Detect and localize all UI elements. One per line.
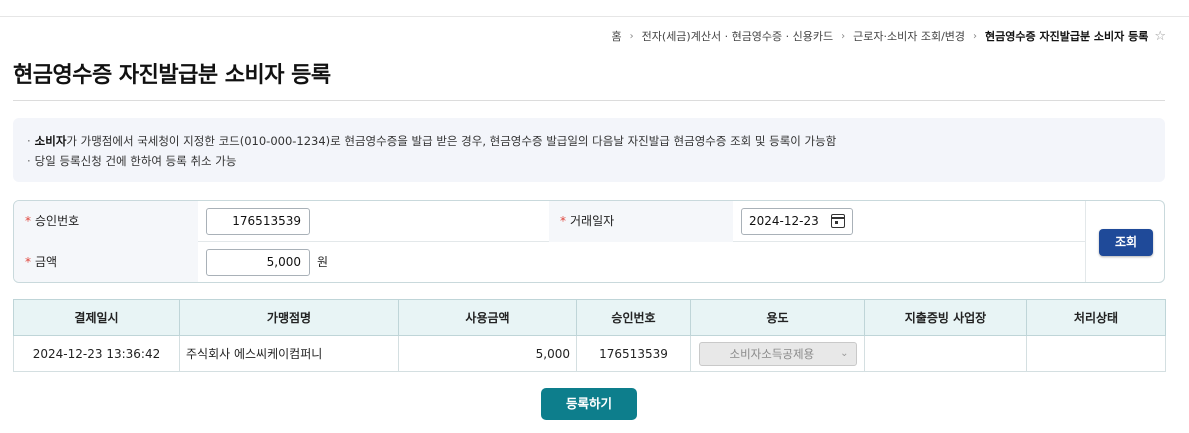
col-header-datetime: 결제일시 xyxy=(13,299,180,336)
bullet-icon: · xyxy=(27,154,31,168)
transaction-date-label: * 거래일자 xyxy=(549,201,733,242)
transaction-date-value: 2024-12-23 xyxy=(749,214,819,228)
search-action-cell: 조회 xyxy=(1085,201,1164,282)
required-mark: * xyxy=(25,255,31,269)
notice-consumer-bold: 소비자 xyxy=(34,134,67,148)
title-divider xyxy=(13,100,1165,101)
col-header-purpose: 용도 xyxy=(690,299,865,336)
notice-line-1-text: 가 가맹점에서 국세청이 지정한 코드(010-000-1234)로 현금영수증… xyxy=(66,134,837,148)
cell-amount: 5,000 xyxy=(398,335,577,372)
notice-box: · 소비자가 가맹점에서 국세청이 지정한 코드(010-000-1234)로 현… xyxy=(13,118,1165,182)
amount-input[interactable]: 5,000 xyxy=(206,249,310,276)
required-mark: * xyxy=(560,214,566,228)
amount-label: * 금액 xyxy=(14,242,198,282)
page-title: 현금영수증 자진발급분 소비자 등록 xyxy=(13,63,331,88)
cell-business xyxy=(864,335,1027,372)
notice-line-2: · 당일 등록신청 건에 한하여 등록 취소 가능 xyxy=(27,151,1151,171)
chevron-down-icon: ⌄ xyxy=(840,347,849,359)
cell-datetime: 2024-12-23 13:36:42 xyxy=(13,335,180,372)
cell-status xyxy=(1026,335,1166,372)
calendar-icon[interactable] xyxy=(831,214,845,228)
table-header-row: 결제일시 가맹점명 사용금액 승인번호 용도 지출증빙 사업장 처리상태 xyxy=(13,299,1166,336)
breadcrumb-separator: › xyxy=(629,30,634,42)
breadcrumb: 홈 › 전자(세금)계산서 · 현금영수증 · 신용카드 › 근로자·소비자 조… xyxy=(612,28,1166,44)
search-form: * 승인번호 176513539 * 거래일자 2024-12-23 * 금액 5,0… xyxy=(13,200,1165,283)
breadcrumb-einvoice[interactable]: 전자(세금)계산서 · 현금영수증 · 신용카드 xyxy=(642,28,833,44)
cell-purpose: 소비자소득공제용 ⌄ xyxy=(690,335,865,372)
approval-number-input[interactable]: 176513539 xyxy=(206,208,310,235)
col-header-business: 지출증빙 사업장 xyxy=(864,299,1027,336)
breadcrumb-separator: › xyxy=(841,30,846,42)
purpose-select-value: 소비자소득공제용 xyxy=(729,346,815,361)
notice-line-1: · 소비자가 가맹점에서 국세청이 지정한 코드(010-000-1234)로 현… xyxy=(27,131,1151,151)
bullet-icon: · xyxy=(27,134,31,148)
cell-merchant: 주식회사 에스씨케이컴퍼니 xyxy=(179,335,399,372)
transaction-date-input[interactable]: 2024-12-23 xyxy=(741,208,853,235)
register-button[interactable]: 등록하기 xyxy=(541,388,637,420)
col-header-approval: 승인번호 xyxy=(576,299,691,336)
cell-approval: 176513539 xyxy=(576,335,691,372)
approval-number-label: * 승인번호 xyxy=(14,201,198,242)
breadcrumb-separator: › xyxy=(973,30,978,42)
notice-line-2-text: 당일 등록신청 건에 한하여 등록 취소 가능 xyxy=(34,154,237,168)
breadcrumb-current: 현금영수증 자진발급분 소비자 등록 xyxy=(985,30,1149,43)
breadcrumb-worker-consumer[interactable]: 근로자·소비자 조회/변경 xyxy=(853,28,965,44)
top-divider xyxy=(0,16,1189,17)
amount-unit: 원 xyxy=(317,255,329,269)
col-header-amount: 사용금액 xyxy=(398,299,577,336)
search-button[interactable]: 조회 xyxy=(1099,229,1153,256)
favorite-star-icon[interactable]: ☆ xyxy=(1154,29,1166,44)
col-header-status: 처리상태 xyxy=(1026,299,1166,336)
purpose-select[interactable]: 소비자소득공제용 ⌄ xyxy=(698,341,857,366)
result-table: 결제일시 가맹점명 사용금액 승인번호 용도 지출증빙 사업장 처리상태 202… xyxy=(13,299,1166,372)
required-mark: * xyxy=(25,214,31,228)
breadcrumb-home[interactable]: 홈 xyxy=(612,28,622,44)
search-row-1: * 승인번호 176513539 * 거래일자 2024-12-23 xyxy=(14,201,1085,242)
search-row-2: * 금액 5,000 원 xyxy=(14,242,1085,282)
table-row: 2024-12-23 13:36:42 주식회사 에스씨케이컴퍼니 5,000 … xyxy=(13,335,1166,372)
col-header-merchant: 가맹점명 xyxy=(179,299,399,336)
